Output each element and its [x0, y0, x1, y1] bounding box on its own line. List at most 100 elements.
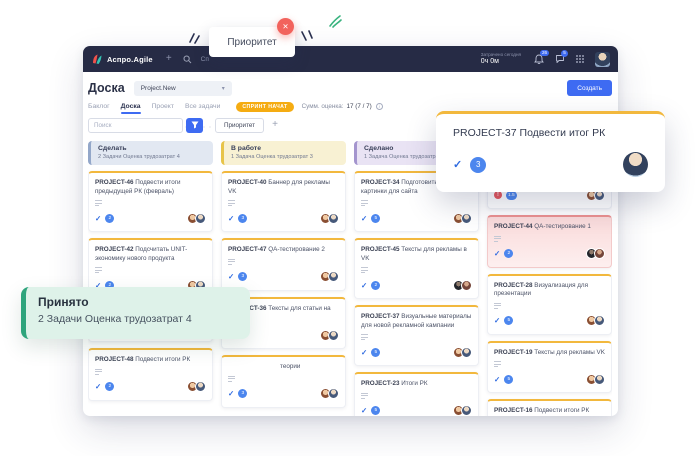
task-estimate-group: ✓2	[494, 249, 513, 258]
description-icon	[361, 334, 368, 340]
tabs-row: Баклог Доска Проект Все задачи СПРИНТ НАЧАТ…	[88, 101, 383, 114]
task-id: PROJECT-44	[494, 223, 533, 230]
task-card[interactable]: PROJECT-47 QA-тестирование 2✓3	[221, 238, 346, 291]
avatar-group	[456, 213, 472, 224]
check-icon: ✓	[494, 375, 500, 384]
check-icon: ✓	[228, 214, 234, 223]
task-detail-popup[interactable]: PROJECT-37 Подвести итог РК ✓ 3	[436, 111, 665, 192]
tab-Все задачи[interactable]: Все задачи	[185, 103, 220, 113]
avatar	[594, 248, 605, 259]
app-name: Аспро.Agile	[107, 55, 153, 64]
project-select[interactable]: Project.New ▾	[134, 81, 232, 96]
task-title: PROJECT-44 QA-тестирование 1	[494, 223, 605, 232]
time-tracker-value: 0ч 0м	[481, 58, 521, 66]
page-title: Доска	[88, 81, 125, 95]
task-id: PROJECT-47	[228, 246, 267, 253]
filter-button[interactable]	[186, 118, 203, 133]
tab-Доска[interactable]: Доска	[121, 103, 141, 113]
tab-Проект[interactable]: Проект	[152, 103, 174, 113]
estimate-badge: 3	[238, 214, 247, 223]
check-icon: ✓	[95, 214, 101, 223]
description-icon	[494, 303, 501, 309]
avatar-group	[589, 248, 605, 259]
messages-button[interactable]: 5	[555, 54, 565, 64]
task-id: PROJECT-42	[95, 246, 134, 253]
task-estimate-group: ✓5	[361, 214, 380, 223]
column-header[interactable]: Сделать2 Задачи Оценка трудозатрат 4	[88, 141, 213, 165]
avatar	[461, 213, 472, 224]
info-icon[interactable]: i	[376, 103, 383, 110]
user-avatar[interactable]	[595, 52, 610, 67]
nav-label-partial[interactable]: Сп	[201, 56, 209, 63]
task-footer: ✓3	[228, 270, 339, 284]
create-icon[interactable]: +	[166, 54, 172, 64]
task-footer: ✓5	[361, 404, 472, 417]
description-icon	[494, 361, 501, 367]
leaf-decor	[327, 13, 343, 29]
task-estimate-group: ✓2	[361, 281, 380, 290]
apps-menu-button[interactable]	[576, 55, 584, 63]
close-button[interactable]: ✕	[277, 18, 294, 35]
tab-Баклог[interactable]: Баклог	[88, 103, 110, 113]
task-card[interactable]: PROJECT-37 Визуальные материалы для ново…	[354, 305, 479, 366]
funnel-icon	[191, 121, 199, 129]
notifications-button[interactable]: 26	[534, 54, 544, 65]
estimate-badge: 5	[504, 316, 513, 325]
sprint-status-badge: СПРИНТ НАЧАТ	[236, 102, 293, 112]
estimate-badge: 2	[504, 249, 513, 258]
accepted-tooltip-subtitle: 2 Задачи Оценка трудозатрат 4	[38, 313, 238, 325]
estimate-badge: 5	[371, 348, 380, 357]
priority-filter-chip[interactable]: Приоритет	[215, 118, 264, 133]
estimate-badge: 2	[371, 281, 380, 290]
task-title: PROJECT-16 Подвести итоги РК	[494, 407, 605, 416]
task-card[interactable]: PROJECT-16 Подвести итоги РК	[487, 399, 612, 416]
create-task-button[interactable]: Создать	[567, 80, 612, 96]
avatar-group	[589, 374, 605, 385]
description-icon	[228, 376, 235, 382]
accepted-tooltip-title: Принято	[38, 295, 238, 309]
add-filter-icon[interactable]: +	[272, 120, 278, 130]
task-card[interactable]: PROJECT-40 Баннер для рекламы VK✓3	[221, 171, 346, 232]
column-subtitle: 2 Задачи Оценка трудозатрат 4	[98, 154, 206, 160]
avatar	[594, 374, 605, 385]
time-tracker[interactable]: Затрачено сегодня 0ч 0м	[481, 52, 521, 66]
description-icon	[228, 259, 235, 265]
task-title: PROJECT-23 Итоги РК	[361, 380, 472, 389]
task-card[interactable]: PROJECT-48 Подвести итоги РК✓2	[88, 348, 213, 401]
task-estimate-group: ✓3	[228, 272, 247, 281]
assignee-avatar	[623, 152, 648, 177]
task-title: PROJECT-42 Подсчитать UNIT-экономику нов…	[95, 246, 206, 263]
task-title-text: Тексты для статьи на	[268, 305, 330, 312]
task-footer: ✓2	[95, 380, 206, 394]
popup-task-title: PROJECT-37 Подвести итог РК	[453, 127, 648, 139]
check-icon: ✓	[453, 158, 462, 171]
avatar-group	[190, 381, 206, 392]
avatar	[461, 347, 472, 358]
estimate-badge: 5	[371, 214, 380, 223]
task-estimate-group: ✓3	[228, 389, 247, 398]
close-icon: ✕	[282, 22, 288, 31]
task-card[interactable]: PROJECT-28 Визуализация для презентации✓…	[487, 274, 612, 335]
score-summary: Сумм. оценка: 17 (7 / 7) i	[302, 103, 383, 110]
apps-grid-icon	[576, 55, 584, 63]
task-card[interactable]: PROJECT-44 QA-тестирование 1 ✓2	[487, 215, 612, 268]
task-id: PROJECT-28	[494, 282, 533, 289]
task-card[interactable]: PROJECT-23 Итоги РК ✓5	[354, 372, 479, 416]
task-card[interactable]: теории✓3	[221, 355, 346, 408]
search-input[interactable]	[88, 118, 183, 133]
task-card[interactable]: PROJECT-45 Тексты для рекламы в VK✓2	[354, 238, 479, 299]
task-card[interactable]: PROJECT-19 Тексты для рекламы VK✓5	[487, 341, 612, 394]
task-title: PROJECT-40 Баннер для рекламы VK	[228, 179, 339, 196]
column-header[interactable]: В работе1 Задача Оценка трудозатрат 3	[221, 141, 346, 165]
avatar-group	[323, 213, 339, 224]
task-title-text: QA-тестирование 1	[534, 223, 591, 230]
avatar	[594, 315, 605, 326]
task-id: PROJECT-19	[494, 349, 533, 356]
task-estimate-group: ✓3	[228, 214, 247, 223]
task-estimate-group: ✓5	[361, 406, 380, 415]
task-id: PROJECT-16	[494, 407, 533, 414]
estimate-badge: 5	[504, 375, 513, 384]
task-card[interactable]: PROJECT-46 Подвести итоги предыдущей РК …	[88, 171, 213, 232]
time-tracker-label: Затрачено сегодня	[481, 52, 521, 58]
search-icon[interactable]	[183, 55, 192, 64]
